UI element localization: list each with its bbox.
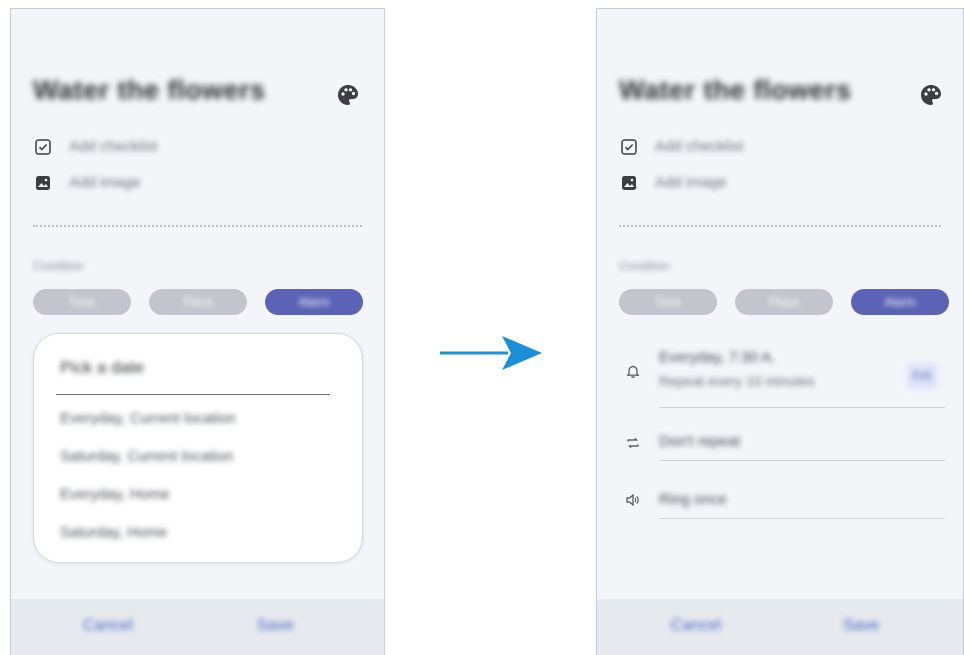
- palette-icon[interactable]: [919, 83, 943, 107]
- repeat-divider: [659, 460, 945, 461]
- chip-time[interactable]: Time: [619, 289, 717, 315]
- popup-option[interactable]: Saturday, Home: [60, 524, 167, 541]
- phone-screen-right: Water the flowers Add checklist Add imag…: [596, 8, 964, 655]
- transition-arrow-icon: [440, 336, 542, 370]
- chip-place-label: Place: [182, 295, 214, 309]
- palette-icon[interactable]: [336, 83, 360, 107]
- condition-popup: Pick a date Everyday, Current location S…: [33, 333, 363, 563]
- chip-alarm-label: Alarm: [884, 295, 916, 309]
- chip-place[interactable]: Place: [735, 289, 833, 315]
- cancel-button[interactable]: Cancel: [671, 617, 721, 635]
- alarm-divider: [659, 407, 945, 408]
- sound-divider: [659, 518, 945, 519]
- popup-title: Pick a date: [60, 358, 145, 377]
- checkbox-icon: [621, 139, 637, 155]
- chip-alarm-label: Alarm: [298, 295, 330, 309]
- edit-button[interactable]: Edit: [907, 363, 937, 389]
- bell-icon: [626, 365, 640, 378]
- image-icon: [36, 176, 50, 190]
- popup-divider: [56, 394, 330, 395]
- dotted-divider: [619, 225, 941, 227]
- add-checklist-label[interactable]: Add checklist: [655, 138, 743, 155]
- save-button[interactable]: Save: [843, 617, 879, 635]
- chip-time-label: Time: [654, 295, 682, 309]
- popup-option[interactable]: Everyday, Home: [60, 486, 170, 503]
- chip-place-label: Place: [768, 295, 800, 309]
- repeat-label[interactable]: Don't repeat: [659, 433, 740, 450]
- image-icon: [622, 176, 636, 190]
- reminder-title[interactable]: Water the flowers: [619, 75, 852, 106]
- chip-alarm[interactable]: Alarm: [265, 289, 363, 315]
- popup-option[interactable]: Everyday, Current location: [60, 410, 236, 427]
- alarm-snooze-text[interactable]: Repeat every 10 minutes: [659, 373, 815, 389]
- add-checklist-label[interactable]: Add checklist: [69, 138, 157, 155]
- add-image-label[interactable]: Add image: [69, 174, 141, 191]
- add-image-label[interactable]: Add image: [655, 174, 727, 191]
- sound-icon: [626, 493, 639, 507]
- bottom-bar: Cancel Save: [11, 599, 384, 655]
- alarm-time-text[interactable]: Everyday, 7:30 A.: [659, 349, 775, 366]
- reminder-title[interactable]: Water the flowers: [33, 75, 266, 106]
- chip-place[interactable]: Place: [149, 289, 247, 315]
- popup-option[interactable]: Saturday, Current location: [60, 448, 233, 465]
- sound-label[interactable]: Ring once: [659, 491, 727, 508]
- condition-label: Condition: [619, 259, 670, 273]
- chip-time[interactable]: Time: [33, 289, 131, 315]
- cancel-button[interactable]: Cancel: [83, 617, 133, 635]
- bottom-bar: Cancel Save: [597, 599, 963, 655]
- checkbox-icon: [35, 139, 51, 155]
- chip-alarm[interactable]: Alarm: [851, 289, 949, 315]
- chip-time-label: Time: [68, 295, 96, 309]
- repeat-icon: [627, 437, 639, 449]
- dotted-divider: [33, 225, 362, 227]
- condition-label: Condition: [33, 259, 84, 273]
- phone-screen-left: Water the flowers Add checklist Add imag…: [10, 8, 385, 655]
- save-button[interactable]: Save: [257, 617, 293, 635]
